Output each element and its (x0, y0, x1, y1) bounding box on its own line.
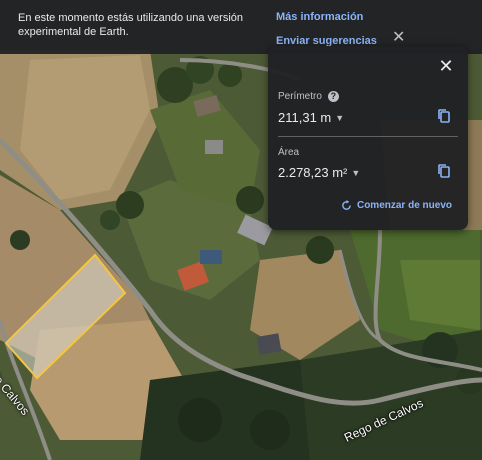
copy-area-icon[interactable] (436, 163, 452, 179)
perimeter-value: 211,31 m (278, 110, 332, 125)
help-icon[interactable]: ? (327, 91, 339, 102)
measure-panel: ✕ Perímetro? 211,31 m ▼ Área 2.278,23 m²… (268, 46, 468, 230)
area-unit-dropdown[interactable]: 2.278,23 m² ▼ (278, 165, 360, 180)
restart-label: Comenzar de nuevo (356, 200, 452, 211)
close-icon[interactable]: ✕ (438, 57, 454, 75)
copy-perimeter-icon[interactable] (436, 108, 452, 124)
banner-close-icon[interactable]: ✕ (392, 30, 406, 46)
chevron-down-icon: ▼ (351, 167, 361, 178)
perimeter-label: Perímetro (278, 91, 322, 103)
area-label: Área (278, 147, 300, 158)
experimental-message: En este momento estás utilizando una ver… (18, 12, 244, 38)
chevron-down-icon: ▼ (335, 112, 345, 123)
perimeter-unit-dropdown[interactable]: 211,31 m ▼ (278, 110, 344, 125)
restart-button[interactable]: Comenzar de nuevo (341, 200, 452, 211)
divider (278, 136, 458, 137)
refresh-icon (342, 200, 351, 210)
area-value: 2.278,23 m² (278, 165, 348, 180)
more-info-link[interactable]: Más información (276, 11, 363, 23)
